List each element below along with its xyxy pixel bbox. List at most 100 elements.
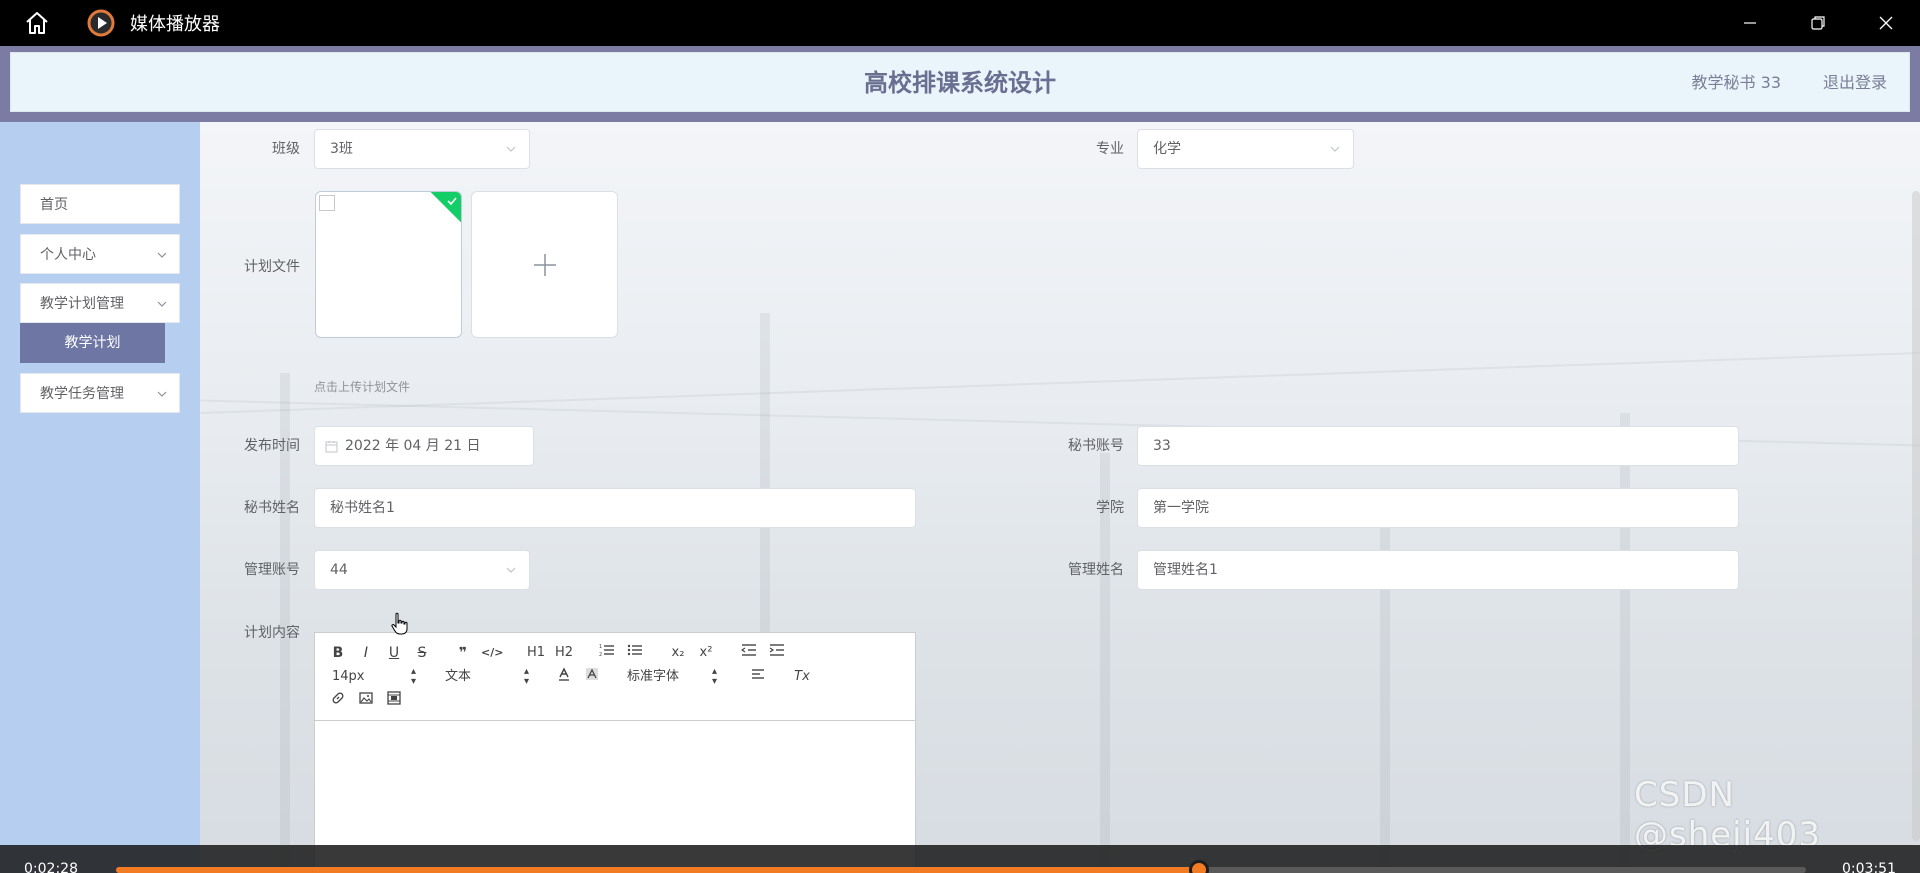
background-color-icon	[586, 668, 598, 680]
media-player-controls: 0:02:28 0:03:51	[0, 845, 1920, 873]
font-family-picker[interactable]: 标准字体 ▴ ▾	[627, 667, 717, 687]
ordered-list-icon: 12	[599, 644, 614, 658]
elapsed-time: 0:02:28	[24, 861, 78, 873]
sidebar-item-label: 教学任务管理	[40, 386, 124, 402]
header-type-value: 文本	[445, 669, 472, 684]
outdent-icon	[740, 644, 756, 656]
page-scrollbar[interactable]	[1912, 191, 1920, 841]
font-color-button[interactable]	[555, 667, 573, 687]
sidebar-item-label: 教学计划管理	[40, 296, 124, 312]
publish-date-picker[interactable]: 2022 年 04 月 21 日	[314, 426, 534, 466]
secretary-account-label: 秘书账号	[1068, 438, 1124, 454]
restore-icon	[1811, 16, 1825, 30]
chevron-down-icon	[157, 391, 167, 397]
uploaded-file-thumbnail[interactable]	[315, 191, 462, 338]
italic-button[interactable]: I	[357, 643, 375, 663]
font-color-icon	[559, 667, 569, 681]
secretary-name-field[interactable]: 秘书姓名1	[314, 488, 916, 528]
plan-file-label: 计划文件	[244, 259, 300, 275]
image-icon	[359, 692, 373, 704]
check-icon	[447, 197, 457, 206]
logout-link[interactable]: 退出登录	[1823, 53, 1887, 113]
subscript-button[interactable]: x₂	[667, 643, 689, 663]
insert-image-button[interactable]	[357, 691, 375, 711]
header2-button[interactable]: H2	[553, 643, 575, 663]
background-color-button[interactable]	[583, 667, 601, 687]
indent-icon	[769, 644, 784, 656]
blockquote-button[interactable]: ❞	[453, 643, 473, 663]
restore-button[interactable]	[1784, 0, 1852, 46]
seek-bar-thumb[interactable]	[1189, 860, 1210, 873]
csdn-watermark: CSDN @sheji403	[1634, 775, 1821, 855]
major-value: 化学	[1153, 141, 1181, 157]
sidebar-subitem-teaching-plan[interactable]: 教学计划	[20, 323, 165, 363]
admin-account-label: 管理账号	[244, 562, 300, 578]
underline-button[interactable]: U	[385, 643, 403, 663]
plus-icon	[533, 253, 556, 276]
sidebar-item-home[interactable]: 首页	[20, 184, 180, 224]
upload-add-button[interactable]	[471, 191, 618, 338]
home-icon[interactable]	[20, 6, 54, 40]
window-controls	[1716, 0, 1920, 46]
clear-format-button[interactable]: Tx	[791, 667, 813, 687]
major-select[interactable]: 化学	[1137, 129, 1354, 169]
ordered-list-button[interactable]: 12	[597, 643, 617, 663]
strike-button[interactable]: S	[413, 643, 431, 663]
class-value: 3班	[330, 141, 353, 157]
insert-video-button[interactable]	[385, 691, 403, 711]
link-icon	[332, 692, 344, 704]
class-select[interactable]: 3班	[314, 129, 530, 169]
minimize-button[interactable]	[1716, 0, 1784, 46]
admin-account-select[interactable]: 44	[314, 550, 530, 590]
indent-button[interactable]	[767, 643, 787, 663]
secretary-account-field[interactable]: 33	[1137, 426, 1739, 466]
picker-arrows-icon: ▴ ▾	[523, 666, 529, 687]
picker-arrows-icon: ▴ ▾	[711, 666, 717, 687]
video-icon	[387, 691, 401, 705]
seek-bar[interactable]	[116, 860, 1806, 873]
secretary-name-label: 秘书姓名	[244, 500, 300, 516]
current-user: 教学秘书 33	[1691, 73, 1781, 92]
sidebar-item-teaching-plan[interactable]: 教学计划管理	[20, 283, 180, 323]
upload-tip: 点击上传计划文件	[314, 380, 411, 394]
editor-toolbar: B I U S ❞ </> H1 H2 12 x₂ x² 14px ▴ ▾ 文本…	[315, 633, 915, 721]
bullet-list-button[interactable]	[625, 643, 645, 663]
minimize-icon	[1744, 22, 1756, 24]
outdent-button[interactable]	[739, 643, 759, 663]
chevron-down-icon	[1330, 146, 1340, 152]
header1-button[interactable]: H1	[525, 643, 547, 663]
broken-image-icon	[319, 195, 335, 211]
publish-time-label: 发布时间	[244, 438, 300, 454]
class-label: 班级	[272, 141, 300, 157]
admin-name-label: 管理姓名	[1068, 562, 1124, 578]
chevron-down-icon	[157, 252, 167, 258]
chevron-down-icon	[506, 567, 516, 573]
major-label: 专业	[1096, 141, 1124, 157]
system-title: 高校排课系统设计	[864, 69, 1056, 97]
rich-text-editor: B I U S ❞ </> H1 H2 12 x₂ x² 14px ▴ ▾ 文本…	[314, 632, 916, 873]
sidebar-item-profile[interactable]: 个人中心	[20, 234, 180, 274]
college-field[interactable]: 第一学院	[1137, 488, 1739, 528]
font-size-value: 14px	[332, 669, 365, 684]
close-icon	[1879, 16, 1893, 30]
font-family-value: 标准字体	[627, 669, 680, 684]
font-size-picker[interactable]: 14px ▴ ▾	[332, 667, 416, 687]
header-type-picker[interactable]: 文本 ▴ ▾	[445, 667, 529, 687]
close-button[interactable]	[1852, 0, 1920, 46]
sidebar-item-teaching-task[interactable]: 教学任务管理	[20, 373, 180, 413]
insert-link-button[interactable]	[329, 691, 347, 711]
superscript-button[interactable]: x²	[695, 643, 717, 663]
align-button[interactable]	[749, 667, 767, 687]
sidebar-item-label: 首页	[40, 197, 68, 213]
svg-text:1: 1	[599, 644, 602, 650]
media-player-app-icon	[86, 8, 116, 38]
chevron-down-icon	[157, 301, 167, 307]
app-header: 高校排课系统设计 教学秘书 33 退出登录	[0, 46, 1920, 122]
window-title: 媒体播放器	[130, 14, 220, 35]
picker-arrows-icon: ▴ ▾	[410, 666, 416, 687]
bold-button[interactable]: B	[329, 643, 347, 663]
header-bar: 高校排课系统设计 教学秘书 33 退出登录	[10, 52, 1910, 112]
code-block-button[interactable]: </>	[481, 643, 503, 663]
admin-name-field[interactable]: 管理姓名1	[1137, 550, 1739, 590]
window-titlebar: 媒体播放器	[0, 0, 1920, 46]
